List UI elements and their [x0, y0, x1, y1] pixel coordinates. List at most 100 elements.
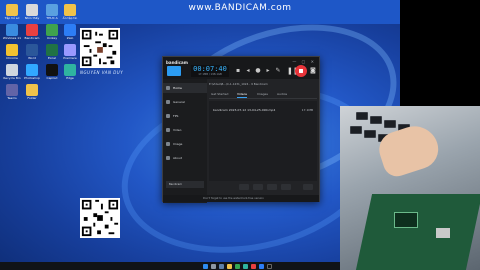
bandicam-window: bandicam — ▢ ✕ 00:07:40 17.1MB / 198.1GB… — [162, 56, 320, 203]
bandicam-footer: Don't forget to use the watermark-free v… — [163, 195, 319, 202]
desktop-icon-label: Photoshop — [24, 76, 40, 80]
app-icon — [6, 24, 18, 36]
desktop-icon[interactable]: Recycle Bin — [2, 64, 22, 80]
circuit-board — [355, 194, 480, 270]
speaker-icon[interactable]: ◂ — [245, 68, 251, 74]
zalo-icon[interactable] — [259, 263, 264, 269]
app-icon — [46, 44, 58, 56]
bandicam-taskbar-icon[interactable] — [251, 263, 256, 269]
desktop-icon[interactable]: Teams — [2, 84, 22, 100]
tab-videos[interactable]: Videos — [237, 90, 247, 98]
keyboard-key — [384, 120, 396, 128]
chrome-icon[interactable] — [235, 263, 240, 269]
folder-button[interactable] — [281, 184, 291, 190]
keyboard-key — [350, 126, 362, 134]
webcam-icon[interactable]: ▪ — [235, 68, 241, 74]
sidebar-item-about[interactable]: About — [163, 153, 207, 163]
qr-code-icon — [80, 198, 120, 238]
app-icon — [6, 44, 18, 56]
desktop-icon[interactable]: Zalo — [60, 24, 80, 40]
desktop-icon-label: Teams — [7, 96, 17, 100]
bandicam-account-button[interactable]: Bandicam — [166, 181, 204, 188]
window-controls[interactable]: — ▢ ✕ — [292, 59, 316, 64]
cursor-icon[interactable]: ▸ — [265, 68, 271, 74]
qr-code-bottom[interactable] — [80, 198, 120, 238]
keyboard-key — [364, 130, 376, 138]
desktop-icon-label: Ẩn tập tin — [62, 16, 78, 20]
sidebar-item-label: General — [173, 100, 185, 104]
screenshot: Tập hồ sơ Nhìn thấy THUC A Ẩn tập tin Window… — [0, 0, 480, 270]
desktop-icon-label: Excel — [48, 56, 56, 60]
delete-button[interactable] — [303, 184, 313, 190]
desktop-icon-label: Zalo — [66, 36, 74, 40]
app-icon — [64, 24, 76, 36]
desktop-icon-label: Edge — [66, 76, 74, 80]
desktop-icon-label: Word — [28, 56, 36, 60]
desktop-icon[interactable]: Windows 11 — [2, 24, 22, 40]
screen-mode-button[interactable] — [167, 66, 181, 76]
sidebar-item-label: FPS — [173, 114, 179, 118]
app-icon — [6, 84, 18, 96]
desktop-icon-label: Premiere — [63, 56, 77, 60]
microphone-icon[interactable]: ● — [255, 68, 261, 74]
app-icon — [6, 64, 18, 76]
desktop-icon[interactable]: Premiere — [60, 44, 80, 60]
hand — [374, 120, 444, 180]
file-name[interactable]: bandicam 2023-07-12 13-04-25-090.mp4 — [213, 108, 275, 112]
sidebar-item-image[interactable]: Image — [163, 139, 207, 149]
play-button[interactable] — [239, 184, 249, 190]
upload-button[interactable] — [267, 184, 277, 190]
desktop-icon[interactable]: CapCut — [42, 64, 62, 80]
sidebar-item-label: Image — [173, 142, 183, 146]
output-path[interactable]: E:\Video\B...\C-1-1231_1024 - 9 Bandicam — [209, 81, 317, 88]
connector — [436, 228, 450, 238]
tab-audios[interactable]: Audios — [277, 90, 287, 98]
qr-code-icon — [80, 28, 120, 68]
image-icon — [166, 142, 170, 146]
camera-photo — [340, 106, 480, 270]
gear-icon — [166, 100, 170, 104]
qr-code-top[interactable] — [80, 28, 120, 68]
desktop-icon-label: Unikey — [46, 36, 58, 40]
app-icon — [46, 24, 58, 36]
desktop-icon[interactable]: Photoshop — [22, 64, 42, 80]
desktop-icon-label: Bandicam — [24, 36, 40, 40]
sidebar-item-label: Home — [173, 86, 182, 90]
capcut-icon[interactable] — [267, 263, 272, 269]
sidebar-item-fps[interactable]: FPS — [163, 111, 207, 121]
file-list: bandicam 2023-07-12 13-04-25-090.mp4 17.… — [209, 101, 317, 181]
app-icon — [26, 24, 38, 36]
video-icon — [166, 128, 170, 132]
edge-icon[interactable] — [243, 263, 248, 269]
desktop-icon[interactable]: Excel — [42, 44, 62, 60]
explorer-icon[interactable] — [227, 263, 232, 269]
app-icon — [26, 64, 38, 76]
chip — [394, 212, 418, 228]
desktop-icon[interactable]: Unikey — [42, 24, 62, 40]
app-icon — [26, 84, 38, 96]
desktop-icon[interactable]: Chrome — [2, 44, 22, 60]
desktop-icon-label: Chrome — [6, 56, 18, 60]
sidebar-item-video[interactable]: Video — [163, 125, 207, 135]
search-icon[interactable] — [211, 263, 216, 269]
desktop-icon-label: Folder — [27, 96, 37, 100]
desktop-icon[interactable]: Edge — [60, 64, 80, 80]
desktop-icon-label: Tập hồ sơ — [4, 16, 20, 20]
sidebar-item-home[interactable]: Home — [163, 83, 207, 93]
desktop-icon-label: CapCut — [46, 76, 58, 80]
taskview-icon[interactable] — [219, 263, 224, 269]
app-icon — [46, 64, 58, 76]
app-icon — [64, 64, 76, 76]
tab-images[interactable]: Images — [257, 90, 268, 98]
edit-button[interactable] — [253, 184, 263, 190]
camera-icon[interactable]: ◙ — [310, 67, 316, 74]
tab-get-started[interactable]: Get Started — [211, 90, 228, 98]
desktop-icon[interactable]: Bandicam — [22, 24, 42, 40]
desktop-icon[interactable]: Folder — [22, 84, 42, 100]
sidebar-item-label: Video — [173, 128, 182, 132]
start-icon[interactable] — [203, 263, 208, 269]
sidebar-item-general[interactable]: General — [163, 97, 207, 107]
draw-icon[interactable]: ✎ — [275, 68, 281, 74]
desktop-icon[interactable]: Word — [22, 44, 42, 60]
stop-icon — [299, 69, 303, 73]
